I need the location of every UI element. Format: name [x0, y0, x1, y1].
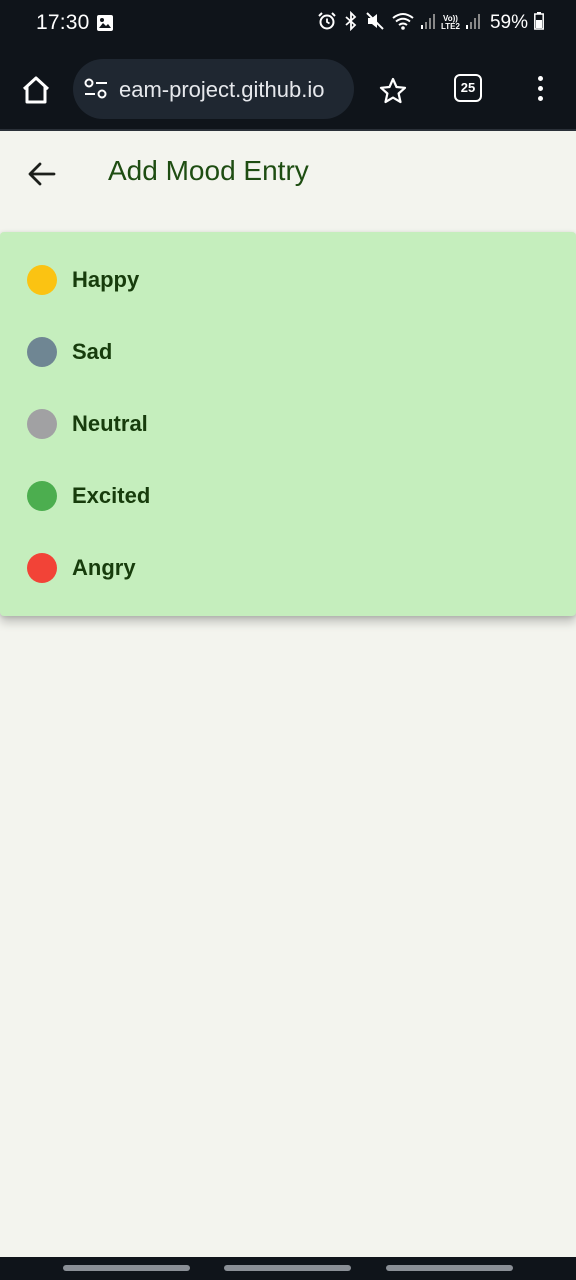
mood-option-angry[interactable]: Angry: [0, 532, 576, 604]
nav-home-handle[interactable]: [224, 1265, 351, 1271]
wifi-icon: [391, 11, 415, 36]
bookmark-button[interactable]: [378, 76, 408, 111]
more-options-button[interactable]: [530, 76, 550, 104]
menu-dot: [537, 76, 543, 81]
mood-color-dot: [27, 265, 57, 295]
site-settings-icon[interactable]: [83, 78, 109, 105]
menu-dot: [537, 86, 543, 91]
mood-option-label: Angry: [72, 555, 136, 580]
status-bar: 17:30 Vo)) LTE2 59%: [0, 0, 576, 46]
mood-option-sad[interactable]: Sad: [0, 316, 576, 388]
mood-option-neutral[interactable]: Neutral: [0, 388, 576, 460]
status-icons: Vo)) LTE2 59%: [317, 10, 544, 36]
home-button[interactable]: [16, 70, 56, 110]
mood-color-dot: [27, 553, 57, 583]
nav-recents-handle[interactable]: [63, 1265, 190, 1271]
mood-option-label: Sad: [72, 339, 113, 364]
mood-option-happy[interactable]: Happy: [0, 244, 576, 316]
bluetooth-icon: [343, 10, 359, 36]
mood-color-dot: [27, 337, 57, 367]
url-text[interactable]: eam-project.github.io: [119, 77, 347, 103]
mood-option-excited[interactable]: Excited: [0, 460, 576, 532]
mood-option-label: Neutral: [72, 411, 148, 436]
battery-icon: [534, 11, 544, 35]
star-icon: [379, 77, 407, 104]
alarm-icon: [317, 11, 337, 36]
address-bar[interactable]: eam-project.github.io: [73, 59, 354, 119]
home-icon: [22, 76, 50, 104]
mood-option-label: Excited: [72, 483, 151, 508]
mood-dropdown-menu: Happy Sad Neutral Excited Angry: [0, 232, 576, 616]
status-time: 17:30: [36, 11, 90, 34]
nav-back-handle[interactable]: [386, 1265, 513, 1271]
mood-option-label: Happy: [72, 267, 140, 292]
mood-color-dot: [27, 481, 57, 511]
arrow-back-icon: [28, 162, 56, 186]
gallery-notification-icon: [96, 14, 114, 37]
mute-icon: [365, 11, 385, 36]
app-bar: Add Mood Entry: [0, 131, 576, 213]
page-title: Add Mood Entry: [108, 155, 309, 186]
battery-percent: 59%: [489, 12, 528, 33]
signal-icon-1: [421, 13, 435, 34]
mood-color-dot: [27, 409, 57, 439]
back-button[interactable]: [24, 156, 60, 192]
navigation-bar: [0, 1257, 576, 1280]
tab-switcher-button[interactable]: 25: [454, 74, 482, 102]
signal-icon-2: [465, 13, 480, 34]
menu-dot: [537, 96, 543, 101]
browser-toolbar: eam-project.github.io 25: [0, 46, 576, 131]
lte-indicator: Vo)) LTE2: [441, 14, 460, 31]
